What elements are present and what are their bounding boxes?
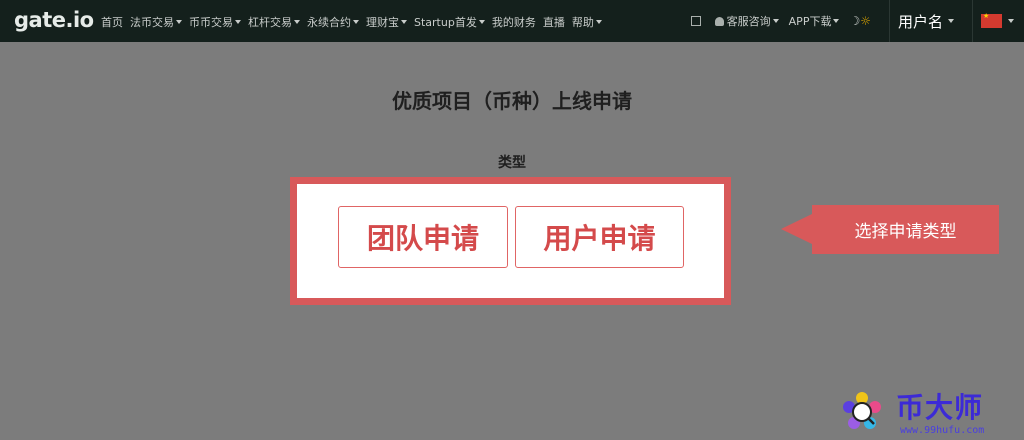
flower-logo-icon	[843, 392, 881, 429]
support-label: 客服咨询	[726, 15, 771, 28]
nav-item-margin[interactable]: 杠杆交易	[248, 14, 300, 30]
page-title: 优质项目（币种）上线申请	[392, 89, 632, 113]
china-flag-icon	[981, 12, 1002, 28]
nav-item-home[interactable]: 首页	[101, 14, 123, 30]
nav-item-perpetual[interactable]: 永续合约	[307, 14, 359, 30]
main-menu: 首页 法币交易 币币交易 杠杆交易 永续合约 理财宝 Startup首发 我的财…	[101, 14, 609, 30]
team-application-button[interactable]: 团队申请	[338, 206, 508, 268]
caret-down-icon	[401, 20, 407, 24]
calendar-icon[interactable]	[690, 16, 701, 26]
caret-down-icon	[353, 20, 359, 24]
caret-down-icon	[595, 20, 602, 24]
app-download-label: APP下载	[788, 15, 832, 28]
nav-item-startup[interactable]: Startup首发	[414, 14, 485, 30]
user-menu[interactable]: 用户名	[898, 11, 954, 32]
callout-arrow	[781, 214, 812, 244]
moon-icon: ☽	[849, 14, 861, 28]
caret-down-icon	[833, 19, 840, 23]
caret-down-icon	[772, 19, 779, 23]
nav-divider	[888, 0, 890, 42]
nav-item-help[interactable]: 帮助	[572, 14, 602, 30]
nav-item-label: 帮助	[571, 16, 594, 29]
language-menu[interactable]	[981, 12, 1014, 28]
nav-item-label: 币币交易	[189, 16, 233, 29]
caret-down-icon	[176, 20, 182, 24]
nav-item-label: Startup首发	[414, 16, 477, 29]
nav-item-live[interactable]: 直播	[543, 14, 565, 30]
nav-item-label: 法币交易	[130, 16, 174, 29]
gate-logo[interactable]: gate.io	[14, 8, 94, 32]
nav-item-label: 首页	[101, 16, 123, 29]
sun-icon: ☼	[860, 14, 871, 28]
nav-divider	[972, 0, 973, 42]
caret-down-icon	[948, 19, 954, 23]
caret-down-icon	[478, 20, 485, 24]
caret-down-icon	[1008, 19, 1014, 23]
theme-toggle[interactable]: ☽ ☼	[849, 14, 871, 28]
watermark-url: www.99hufu.com	[900, 425, 985, 436]
nav-item-my-finance[interactable]: 我的财务	[492, 14, 536, 30]
username-label: 用户名	[897, 12, 943, 31]
nav-item-label: 我的财务	[491, 16, 536, 29]
nav-item-label: 直播	[542, 16, 565, 29]
callout-note: 选择申请类型	[812, 205, 999, 254]
top-nav: gate.io 首页 法币交易 币币交易 杠杆交易 永续合约 理财宝 Start…	[0, 0, 1024, 42]
person-icon	[714, 16, 724, 26]
nav-item-spot[interactable]: 币币交易	[189, 14, 241, 30]
support-menu[interactable]: 客服咨询	[714, 13, 779, 29]
nav-item-finance[interactable]: 理财宝	[366, 14, 407, 30]
watermark: 币大师 www.99hufu.com	[826, 384, 1016, 438]
nav-item-label: 杠杆交易	[248, 16, 292, 29]
app-download-menu[interactable]: APP下载	[789, 13, 840, 29]
user-application-button[interactable]: 用户申请	[515, 206, 684, 268]
watermark-name: 币大师	[896, 391, 984, 424]
nav-item-label: 理财宝	[366, 16, 399, 29]
caret-down-icon	[235, 20, 241, 24]
caret-down-icon	[294, 20, 300, 24]
type-label: 类型	[498, 155, 526, 171]
nav-item-label: 永续合约	[307, 16, 351, 29]
nav-right: 客服咨询 APP下载 ☽ ☼ 用户名	[690, 0, 1024, 42]
nav-item-fiat[interactable]: 法币交易	[130, 14, 182, 30]
